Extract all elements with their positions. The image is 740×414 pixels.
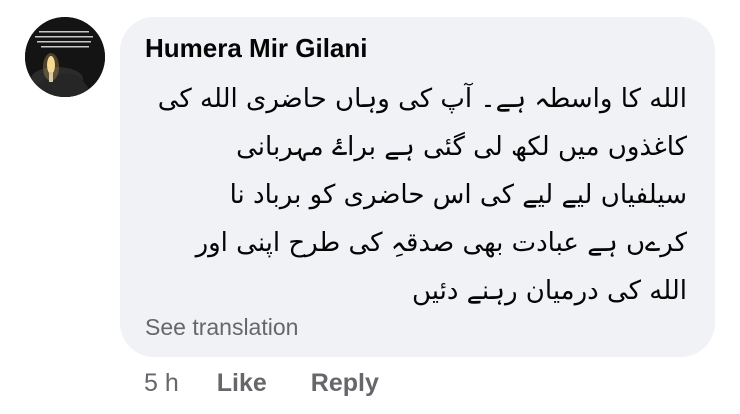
comment-line: الله کی درمیان رہنے دئیں: [411, 276, 687, 306]
comment-line: کرےں ہے عبادت بھی صدقہِ کی طرح اپنی اور: [195, 228, 687, 258]
comment-actions: 5 h Like Reply: [144, 369, 379, 398]
comment-line: الله کا واسطہ ہے۔ آپ کی وہاں حاضری الله …: [157, 84, 687, 114]
timestamp[interactable]: 5 h: [144, 369, 179, 398]
comment-line: سیلفیاں لیے لیے کی اس حاضری کو برباد نا: [229, 180, 687, 210]
comment: Humera Mir Gilani الله کا واسطہ ہے۔ آپ ک…: [0, 0, 740, 414]
comment-line: کاغذوں میں لکھ لی گئی ہے براۓ مہربانی: [236, 132, 687, 162]
comment-text: الله کا واسطہ ہے۔ آپ کی وہاں حاضری الله …: [157, 75, 687, 315]
like-button[interactable]: Like: [217, 369, 267, 398]
reply-button[interactable]: Reply: [311, 369, 379, 398]
see-translation-link[interactable]: See translation: [145, 314, 298, 341]
comment-bubble: Humera Mir Gilani الله کا واسطہ ہے۔ آپ ک…: [120, 17, 715, 357]
author-name[interactable]: Humera Mir Gilani: [145, 33, 368, 64]
candle-photo-icon: [25, 17, 105, 97]
avatar[interactable]: [25, 17, 105, 97]
